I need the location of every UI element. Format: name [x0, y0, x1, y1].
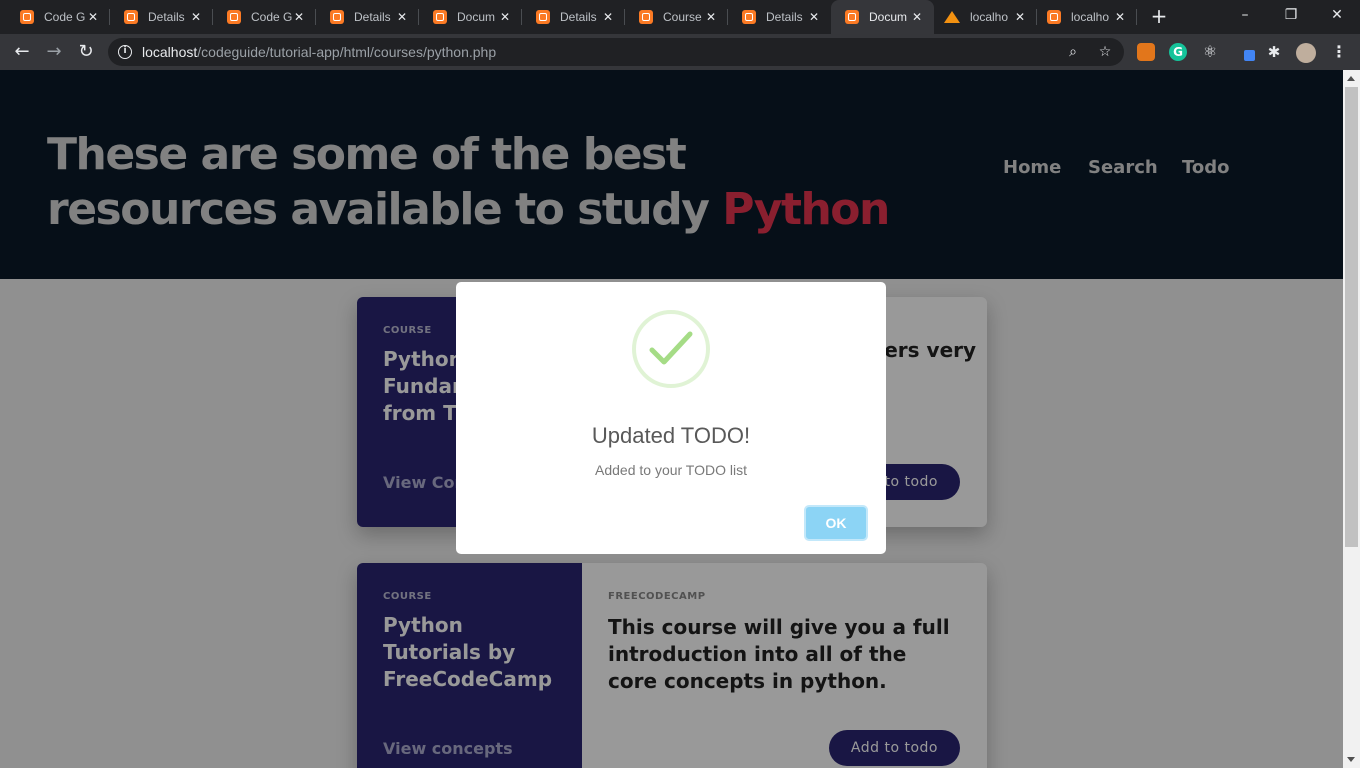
restore-icon[interactable]: ❐	[1276, 4, 1306, 26]
success-dialog: Updated TODO! Added to your TODO list OK	[456, 282, 886, 554]
browser-tab-strip: Code G ✕ Details ✕ Code G ✕ Details ✕ Do…	[0, 0, 1360, 34]
xampp-favicon-icon	[742, 10, 756, 24]
avatar[interactable]	[1296, 43, 1316, 63]
back-arrow-icon[interactable]: ←	[11, 41, 33, 63]
color-picker-extension-icon[interactable]	[1237, 43, 1255, 61]
site-info-icon[interactable]: i	[118, 45, 132, 59]
scroll-down-arrow-icon[interactable]	[1347, 757, 1355, 762]
react-devtools-icon[interactable]: ⚛	[1201, 43, 1219, 61]
xampp-favicon-icon	[1047, 10, 1061, 24]
close-icon[interactable]: ✕	[189, 10, 203, 24]
zoom-out-icon[interactable]: ⌕	[1064, 43, 1082, 61]
new-tab-plus-icon[interactable]: +	[1150, 6, 1168, 26]
close-icon[interactable]: ✕	[601, 10, 615, 24]
close-icon[interactable]: ✕	[395, 10, 409, 24]
kebab-menu-icon[interactable]: ⋮	[1330, 43, 1348, 61]
xampp-favicon-icon	[536, 10, 550, 24]
matplotlib-favicon-icon	[944, 10, 960, 24]
star-icon[interactable]: ☆	[1096, 43, 1114, 61]
browser-tab[interactable]: Course ✕	[625, 0, 728, 34]
browser-tab[interactable]: Docum ✕	[419, 0, 522, 34]
scroll-up-arrow-icon[interactable]	[1347, 76, 1355, 81]
address-bar[interactable]: i localhost/codeguide/tutorial-app/html/…	[108, 38, 1124, 66]
xampp-favicon-icon	[227, 10, 241, 24]
close-icon[interactable]: ✕	[86, 10, 100, 24]
url-text[interactable]: localhost/codeguide/tutorial-app/html/co…	[142, 44, 496, 60]
xampp-favicon-icon	[433, 10, 447, 24]
browser-toolbar: ← → ↻ i localhost/codeguide/tutorial-app…	[0, 34, 1360, 70]
scrollbar-thumb[interactable]	[1345, 87, 1358, 547]
tab-label: Code G	[44, 10, 86, 24]
browser-tab[interactable]: Code G ✕	[0, 0, 110, 34]
browser-tab[interactable]: Details ✕	[316, 0, 419, 34]
tab-label: Details	[354, 10, 391, 24]
page-viewport: These are some of the best resources ava…	[0, 70, 1343, 768]
close-icon[interactable]: ✕	[1113, 10, 1127, 24]
tab-label: Course	[663, 10, 702, 24]
puzzle-icon[interactable]: ✱	[1265, 43, 1283, 61]
browser-tab[interactable]: Details ✕	[110, 0, 213, 34]
tab-label: Docum	[457, 10, 496, 24]
browser-tab-active[interactable]: Docum ✕	[831, 0, 934, 34]
close-icon[interactable]: ✕	[1013, 10, 1027, 24]
close-icon[interactable]: ✕	[292, 10, 306, 24]
grammarly-extension-icon[interactable]: G	[1169, 43, 1187, 61]
browser-tab[interactable]: Code G ✕	[213, 0, 316, 34]
browser-tab[interactable]: Details ✕	[522, 0, 625, 34]
tab-label: Details	[148, 10, 185, 24]
close-icon[interactable]: ✕	[807, 10, 821, 24]
success-check-icon	[632, 310, 710, 388]
xampp-favicon-icon	[330, 10, 344, 24]
xampp-favicon-icon	[124, 10, 138, 24]
tab-label: localho	[1071, 10, 1110, 24]
close-icon[interactable]: ✕	[910, 10, 924, 24]
tab-label: Details	[766, 10, 803, 24]
tab-divider	[1136, 9, 1137, 25]
page-scrollbar[interactable]	[1343, 70, 1360, 768]
dialog-message: Added to your TODO list	[595, 462, 747, 478]
tab-label: Code G	[251, 10, 293, 24]
url-host: localhost	[142, 44, 198, 60]
tab-label: localho	[970, 10, 1009, 24]
reload-icon[interactable]: ↻	[75, 41, 97, 63]
dialog-title: Updated TODO!	[591, 423, 751, 448]
tab-label: Details	[560, 10, 597, 24]
ok-button[interactable]: OK	[804, 505, 868, 541]
xampp-favicon-icon	[20, 10, 34, 24]
browser-tab[interactable]: localho ✕	[1037, 0, 1137, 34]
close-icon[interactable]: ✕	[704, 10, 718, 24]
close-icon[interactable]: ✕	[498, 10, 512, 24]
metamask-extension-icon[interactable]	[1137, 43, 1155, 61]
tab-label: Docum	[869, 10, 908, 24]
url-path: /codeguide/tutorial-app/html/courses/pyt…	[197, 44, 497, 60]
browser-tab[interactable]: Details ✕	[728, 0, 831, 34]
minimize-icon[interactable]: –	[1230, 4, 1260, 26]
xampp-favicon-icon	[845, 10, 859, 24]
window-close-icon[interactable]: ✕	[1322, 4, 1352, 26]
forward-arrow-icon[interactable]: →	[43, 41, 65, 63]
browser-tab[interactable]: localho ✕	[934, 0, 1037, 34]
xampp-favicon-icon	[639, 10, 653, 24]
